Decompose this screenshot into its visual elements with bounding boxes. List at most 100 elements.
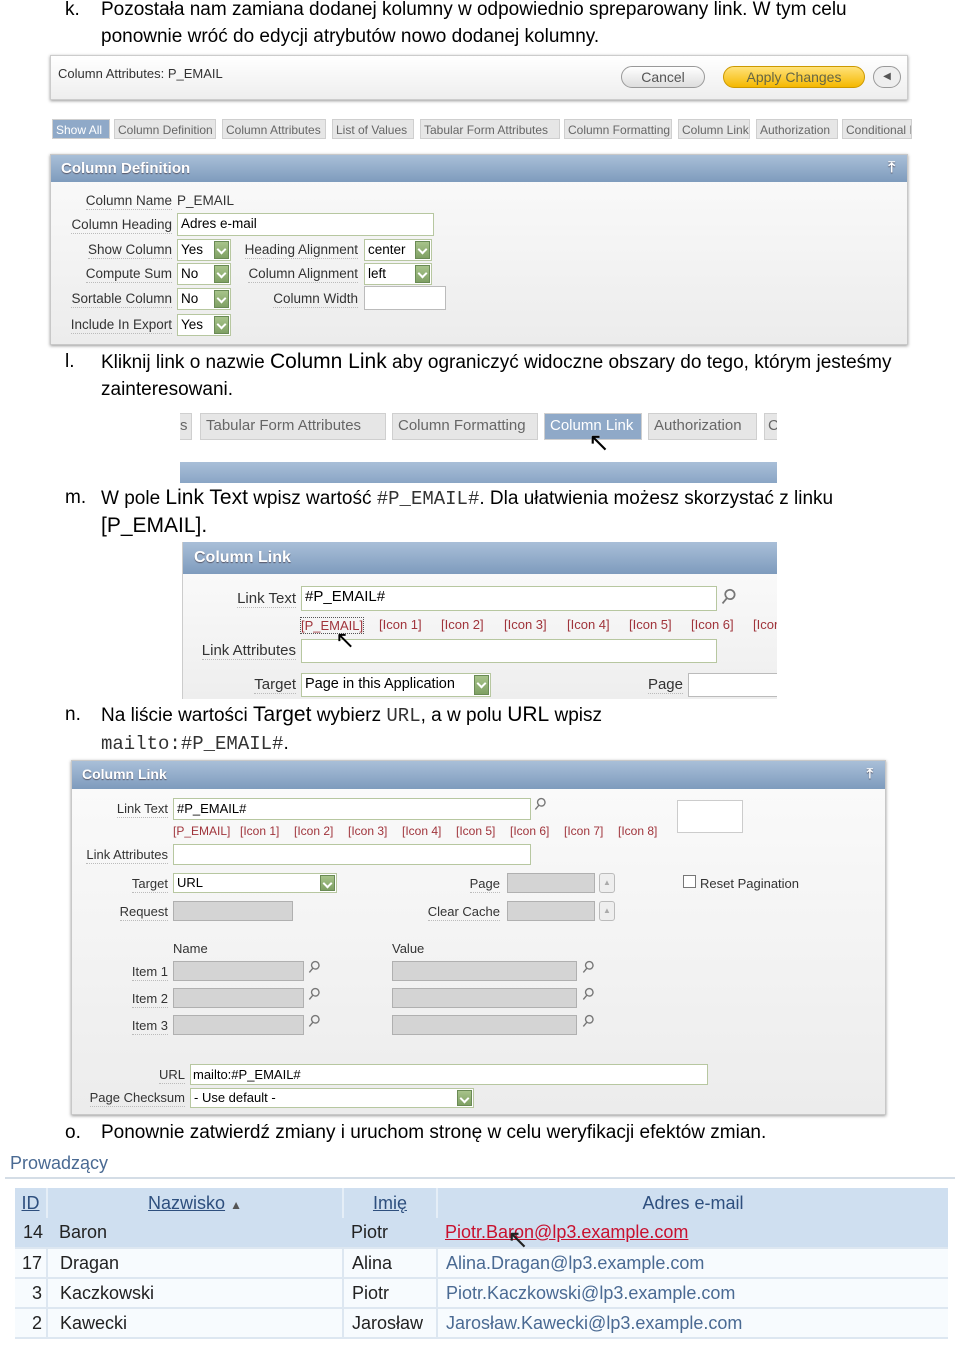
tab-column-formatting[interactable]: Column Formatting [564,119,672,139]
icon-link[interactable]: [Icon 5] [456,824,495,838]
pushpin-icon[interactable]: ⚲ [577,1010,599,1033]
apply-changes-button[interactable]: Apply Changes [723,66,865,88]
step-n-text-2: mailto:#P_EMAIL#. [101,733,289,755]
tab-authorization[interactable]: Authorization [648,413,757,440]
link-attributes-input[interactable] [173,844,531,865]
column-alignment-select[interactable]: left [364,263,432,285]
item-3-name-input[interactable] [173,1015,304,1035]
item-2-name-input[interactable] [173,988,304,1008]
icon-link[interactable]: [Icon 4] [402,824,441,838]
icon-link[interactable]: [Icor [753,617,777,632]
tab-show-all[interactable]: Show All [52,119,110,139]
column-header-id[interactable]: ID [15,1188,48,1218]
email-link[interactable]: Piotr.Baron@lp3.example.com [445,1222,688,1242]
icon-link[interactable]: [Icon 4] [567,617,610,632]
link-attributes-input[interactable] [301,639,717,663]
step-m-marker: m. [65,487,87,508]
clear-cache-label: Clear Cache [427,904,500,921]
collapse-icon[interactable]: ⤒ [888,159,895,176]
heading-alignment-label: Heading Alignment [244,242,358,259]
link-text-label: Link Text [116,801,168,818]
page-checksum-select[interactable]: - Use default - [190,1088,474,1108]
sortable-column-select[interactable]: No [177,288,231,310]
panel-header: Column Definition ⤒ [51,155,907,182]
heading-alignment-select[interactable]: center [364,239,432,261]
tab-column-attributes[interactable]: Column Attributes [222,119,326,139]
column-heading-input[interactable]: Adres e-mail [177,213,434,236]
icon-link-p-email[interactable]: [P_EMAIL] [173,824,230,838]
page-input[interactable] [688,673,777,697]
link-text-input[interactable]: #P_EMAIL# [301,586,717,611]
compute-sum-label: Compute Sum [85,266,172,283]
column-alignment-label: Column Alignment [248,266,358,283]
show-column-select[interactable]: Yes [177,239,231,261]
icon-link[interactable]: [Icon 2] [294,824,333,838]
icon-link[interactable]: [Icon 7] [564,824,603,838]
tab-partial[interactable]: s [180,413,192,440]
cancel-button[interactable]: Cancel [621,66,705,88]
cell-nazwisko: Kaczkowski [47,1278,344,1308]
tabs-crop: s Tabular Form Attributes Column Formatt… [180,413,777,483]
popup-lov-icon[interactable]: ▲ [599,873,615,893]
item-3-value-input[interactable] [392,1015,577,1035]
column-header-imie[interactable]: Imię [343,1188,438,1218]
item-1-value-input[interactable] [392,961,577,981]
item-2-value-input[interactable] [392,988,577,1008]
table-row: 14 Baron Piotr Piotr.Baron@lp3.example.c… [15,1218,948,1254]
tab-authorization[interactable]: Authorization [756,119,838,139]
icon-link[interactable]: [Icon 3] [348,824,387,838]
link-attributes-label: Link Attributes [86,847,168,864]
column-link-panel: Column Link ⤒ Link Text #P_EMAIL# ⚲ [P_EM… [71,760,886,1115]
include-export-select[interactable]: Yes [177,314,231,336]
tab-tabular-form-attributes[interactable]: Tabular Form Attributes [200,413,386,440]
column-header-nazwisko[interactable]: Nazwisko ▲ [47,1188,344,1218]
tab-conditional[interactable]: Conditional I [842,119,912,139]
tab-list-of-values[interactable]: List of Values [332,119,414,139]
pushpin-icon[interactable]: ⚲ [303,983,325,1006]
pushpin-icon[interactable]: ⚲ [577,983,599,1006]
icon-link[interactable]: [Icon 2] [441,617,484,632]
pushpin-icon[interactable]: ⚲ [577,956,599,979]
url-input[interactable]: mailto:#P_EMAIL# [190,1064,708,1085]
icon-link[interactable]: [Icon 6] [691,617,734,632]
tab-column-definition[interactable]: Column Definition [114,119,216,139]
email-link[interactable]: Jarosław.Kawecki@lp3.example.com [437,1308,948,1338]
page-input[interactable] [507,873,595,893]
include-export-label: Include In Export [70,317,172,334]
pushpin-icon[interactable]: ⚲ [303,1010,325,1033]
step-l-text: Kliknij link o nazwie Column Link aby og… [101,350,892,373]
tab-column-formatting[interactable]: Column Formatting [392,413,538,440]
icon-link[interactable]: [Icon 1] [379,617,422,632]
reset-pagination-checkbox[interactable] [683,875,696,888]
item-1-name-input[interactable] [173,961,304,981]
target-select[interactable]: URL [173,873,337,893]
request-input[interactable] [173,901,293,921]
icon-link[interactable]: [Icon 8] [618,824,657,838]
clear-cache-input[interactable] [507,901,595,921]
link-text-input[interactable]: #P_EMAIL# [173,798,531,820]
column-name-label: Column Name [85,193,172,210]
column-width-input[interactable] [364,286,446,310]
collapse-icon[interactable]: ⤒ [867,765,873,782]
tab-tabular-form-attributes[interactable]: Tabular Form Attributes [420,119,560,139]
cell-id: 17 [15,1248,48,1278]
compute-sum-select[interactable]: No [177,263,231,285]
chevron-down-icon [214,290,229,308]
icon-link[interactable]: [Icon 5] [629,617,672,632]
icon-link[interactable]: [Icon 6] [510,824,549,838]
email-link[interactable]: Piotr.Kaczkowski@lp3.example.com [437,1278,948,1308]
pushpin-icon[interactable]: ⚲ [529,793,551,816]
panel-header-strip [180,462,777,483]
cell-id: 3 [15,1278,48,1308]
pushpin-icon[interactable]: ⚲ [303,956,325,979]
tab-column-link[interactable]: Column Link [678,119,750,139]
icon-link[interactable]: [Icon 1] [240,824,279,838]
step-o-marker: o. [65,1122,81,1143]
tab-partial-right[interactable]: C [764,413,777,440]
previous-icon[interactable]: ◀ [873,66,901,88]
target-select[interactable]: Page in this Application [301,673,491,697]
pushpin-icon[interactable]: ⚲ [715,582,742,611]
popup-lov-icon[interactable]: ▲ [599,901,615,921]
icon-link[interactable]: [Icon 3] [504,617,547,632]
report-title-divider [5,1177,955,1179]
